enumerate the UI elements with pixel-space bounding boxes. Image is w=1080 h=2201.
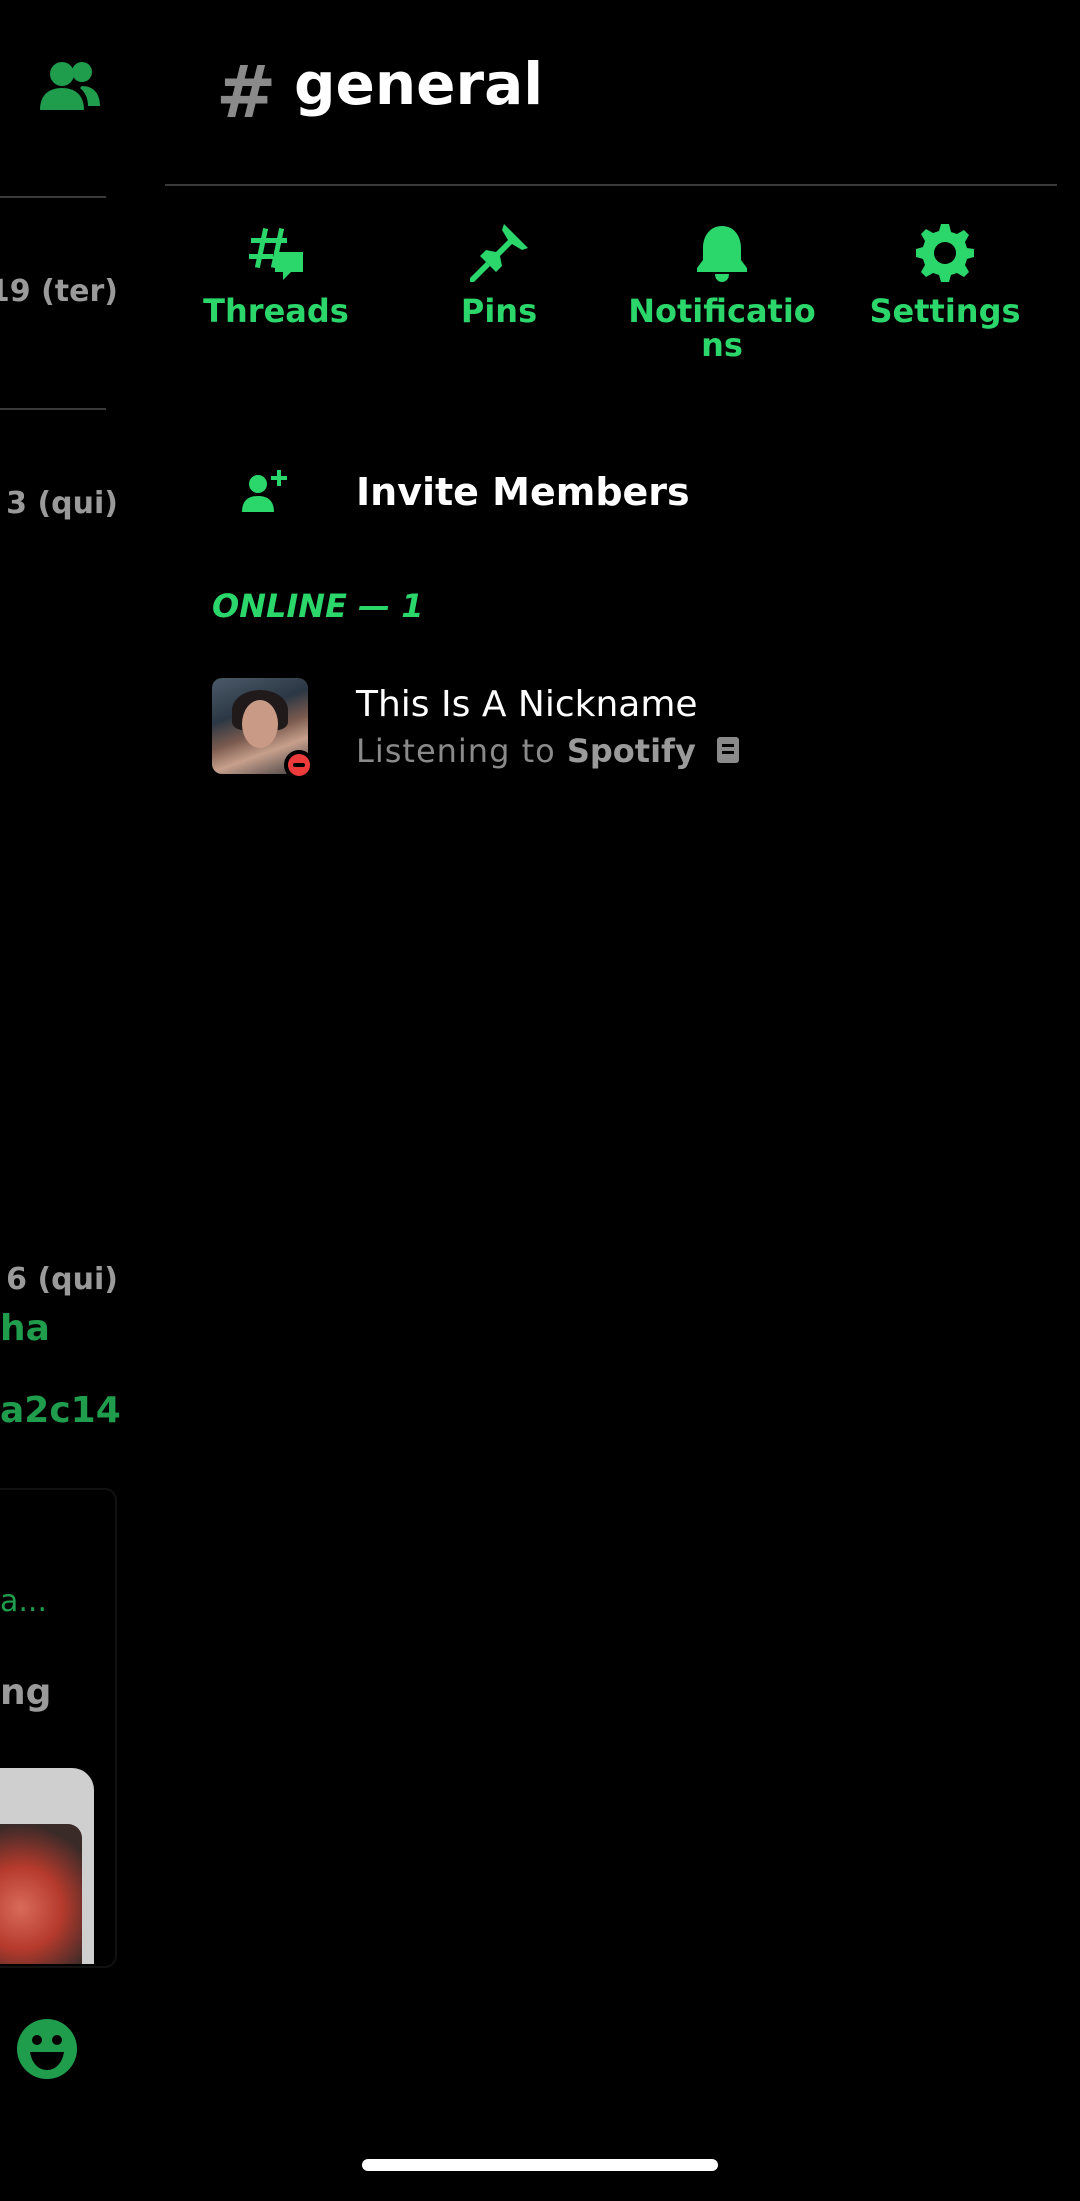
header-divider — [165, 184, 1057, 186]
avatar-face — [242, 700, 278, 748]
member-list-item[interactable]: This Is A Nickname Listening to Spotify — [200, 666, 1060, 786]
peek-username: ha — [0, 1308, 50, 1349]
threads-button[interactable]: Threads — [176, 222, 376, 328]
peek-embed-link: a... — [0, 1584, 47, 1619]
peek-date: 6 (qui) — [6, 1262, 118, 1297]
bell-icon — [697, 226, 747, 282]
channel-name: general — [294, 50, 544, 118]
notifications-button[interactable]: Notifications — [622, 222, 822, 362]
threads-label: Threads — [203, 292, 349, 330]
members-icon[interactable] — [38, 58, 102, 114]
home-indicator[interactable] — [362, 2159, 718, 2171]
do-not-disturb-status-icon — [284, 750, 314, 780]
settings-label: Settings — [869, 292, 1021, 330]
peek-embed-thumbnail — [0, 1824, 82, 1964]
peek-embed-image — [0, 1768, 94, 1964]
peek-date: 3 (qui) — [6, 486, 118, 521]
channel-hash-icon: # — [216, 50, 277, 134]
peek-message-text: a2c14 — [0, 1390, 121, 1431]
gear-icon — [916, 224, 974, 282]
peek-divider — [0, 408, 106, 410]
add-person-icon — [242, 470, 287, 512]
rich-presence-icon — [716, 737, 739, 763]
emoji-icon[interactable] — [16, 2018, 78, 2080]
activity-app: Spotify — [566, 732, 696, 770]
invite-members-row[interactable]: Invite Members — [200, 450, 1060, 534]
pins-button[interactable]: Pins — [399, 222, 599, 328]
peek-divider — [0, 196, 106, 198]
activity-prefix: Listening to — [356, 732, 556, 770]
notifications-label: Notifications — [628, 292, 816, 364]
pins-label: Pins — [460, 292, 538, 330]
member-activity: Listening to Spotify — [356, 732, 739, 770]
threads-icon — [249, 228, 303, 280]
invite-members-label: Invite Members — [356, 470, 690, 514]
settings-button[interactable]: Settings — [845, 222, 1045, 328]
member-name: This Is A Nickname — [356, 684, 698, 725]
pin-icon — [470, 224, 528, 282]
online-section-header: ONLINE — 1 — [212, 587, 424, 625]
peek-date: 19 (ter) — [0, 274, 118, 309]
peek-embed-title: ng — [0, 1672, 52, 1713]
